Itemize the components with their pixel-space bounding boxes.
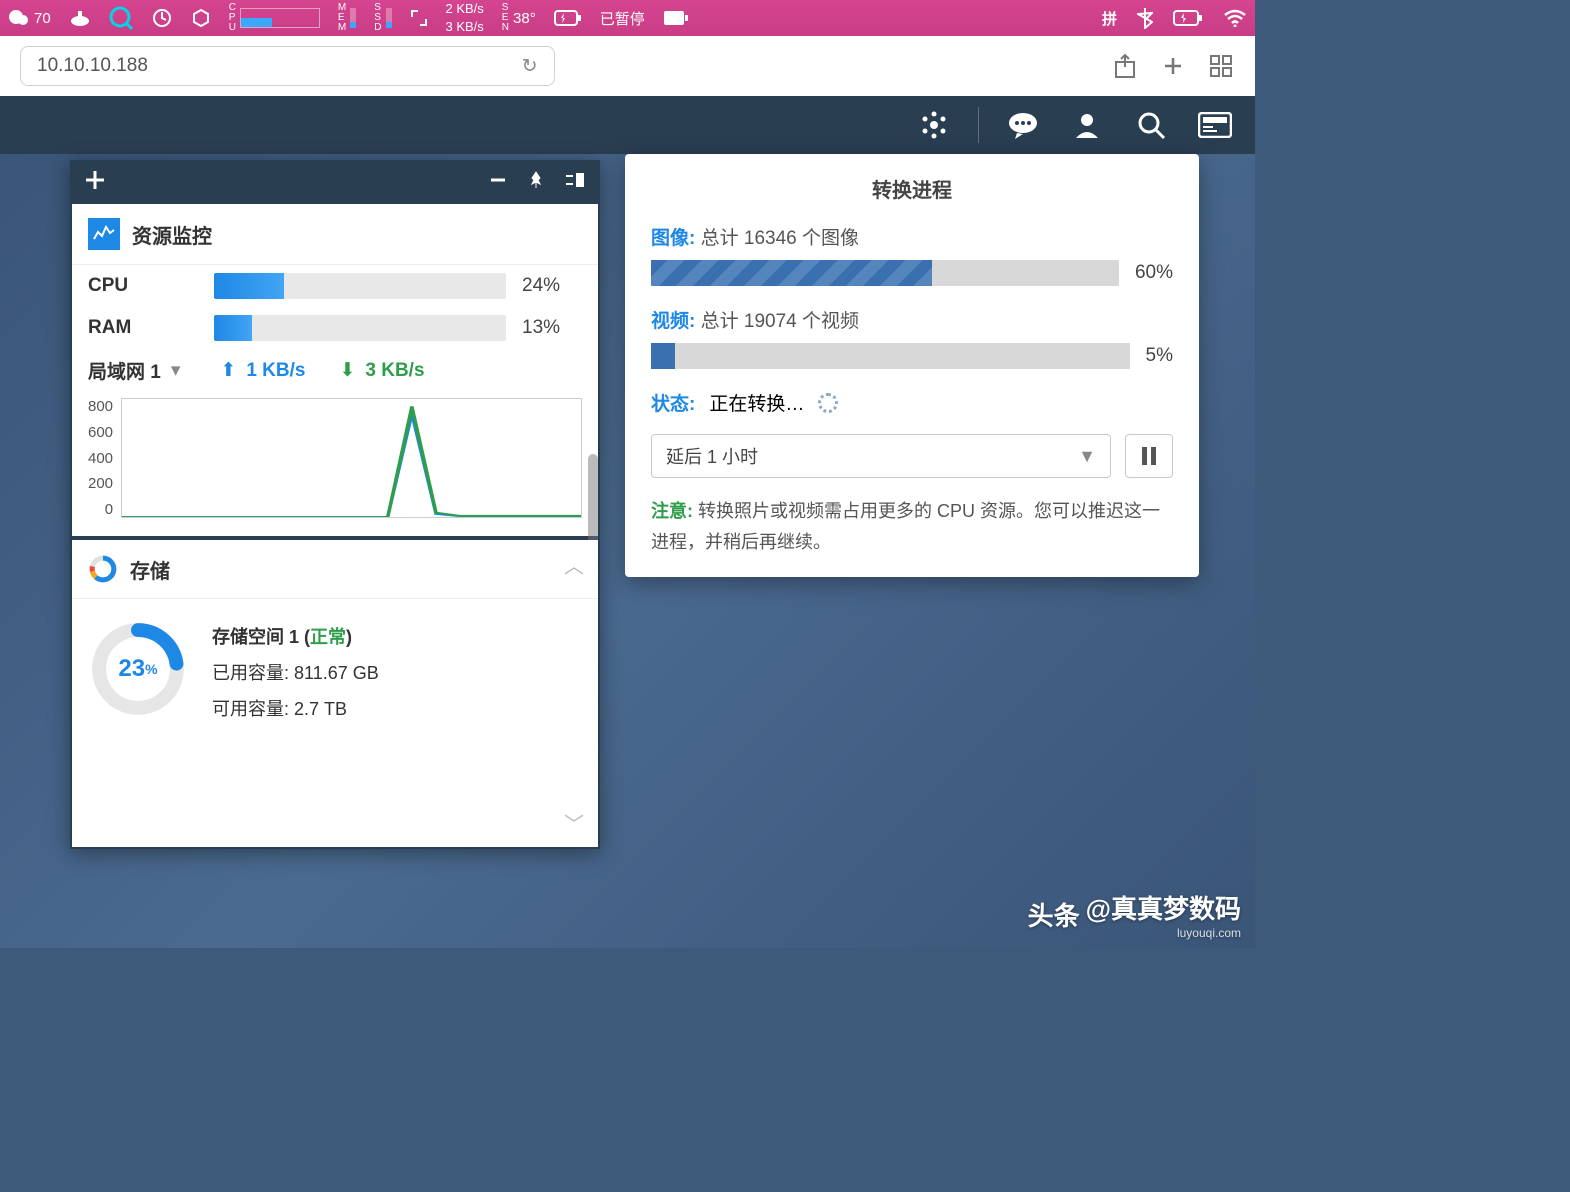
monitor-title: 资源监控 <box>132 220 212 249</box>
arrow-up-icon: ⬆ <box>220 359 236 382</box>
image-progress-bar <box>651 260 1119 286</box>
battery-icon-1 <box>554 10 582 26</box>
monitor-icon <box>88 218 120 250</box>
wifi-icon[interactable] <box>1223 9 1247 27</box>
tabs-grid-icon[interactable] <box>1207 52 1235 80</box>
storage-panel: 存储 ︿ 23% 存储空间 1 (正常) 已用容量: 811.67 GB 可用容… <box>72 540 598 847</box>
spinner-icon <box>818 393 838 413</box>
pilot-icon[interactable] <box>1195 105 1235 145</box>
conversion-popover: 转换进程 图像: 总计 16346 个图像 60% 视频: 总计 19074 个… <box>625 154 1199 577</box>
indexing-icon[interactable] <box>914 105 954 145</box>
cpu-value: 24% <box>522 275 582 297</box>
minimize-icon[interactable] <box>488 170 508 195</box>
lan-row: 局域网 1 ▾ ⬆ 1 KB/s ⬇ 3 KB/s <box>72 349 598 392</box>
video-progress-bar <box>651 343 1130 369</box>
net-down: 3 KB/s <box>446 20 484 34</box>
pause-icon <box>1140 446 1158 466</box>
share-icon[interactable] <box>1111 52 1139 80</box>
search-icon[interactable] <box>1131 105 1171 145</box>
chevron-down-icon: ▼ <box>1078 446 1096 467</box>
net-rate: 2 KB/s 3 KB/s <box>446 2 484 35</box>
widget-window: 资源监控 CPU 24% RAM 13% 局域网 1 ▾ ⬆ 1 KB/s ⬇ … <box>70 160 600 849</box>
cpu-bar <box>214 273 506 299</box>
url-text: 10.10.10.188 <box>37 55 148 77</box>
chevron-down-icon[interactable]: ▾ <box>171 359 181 382</box>
search-globe-icon[interactable] <box>109 6 133 30</box>
storage-info: 存储空间 1 (正常) 已用容量: 811.67 GB 可用容量: 2.7 TB <box>212 619 379 727</box>
battery-icon-3[interactable] <box>1173 10 1203 26</box>
macos-menubar: 70 CPU MEM SSD 2 KB/s 3 KB/s SEN38° 已暂停 … <box>0 0 1255 36</box>
pause-button[interactable] <box>1125 434 1173 478</box>
chart-y-axis: 800 600 400 200 0 <box>88 398 113 518</box>
storage-icon <box>88 554 118 584</box>
image-section: 图像: 总计 16346 个图像 60% <box>651 223 1173 286</box>
net-up: 2 KB/s <box>446 2 484 16</box>
chevron-up-icon[interactable]: ︿ <box>564 550 584 579</box>
sync-icon[interactable] <box>151 7 173 29</box>
status-text: 正在转换… <box>709 389 804 416</box>
lan-label[interactable]: 局域网 1 <box>88 357 161 384</box>
mem-monitor[interactable]: MEM <box>338 3 356 33</box>
status-line: 状态: 正在转换… <box>651 389 1173 416</box>
pin-icon[interactable] <box>526 170 546 195</box>
bluetooth-icon[interactable] <box>1137 7 1153 29</box>
volume-name: 存储空间 1 (正常) <box>212 619 379 655</box>
chevron-down-icon[interactable]: ﹀ <box>564 808 584 837</box>
add-widget-icon[interactable] <box>84 169 106 196</box>
wechat-count: 70 <box>34 10 51 27</box>
panel-header-storage: 存储 <box>72 540 598 599</box>
arrow-down-icon: ⬇ <box>339 359 355 382</box>
storage-title: 存储 <box>130 555 170 584</box>
watermark: 头条 @真真梦数码 luyouqi.com <box>1028 889 1241 940</box>
ram-row: RAM 13% <box>72 307 598 349</box>
widget-titlebar[interactable] <box>70 160 600 204</box>
wechat-indicator[interactable]: 70 <box>8 8 51 28</box>
temperature: SEN38° <box>502 3 536 33</box>
cpu-monitor[interactable]: CPU <box>229 3 320 33</box>
user-icon[interactable] <box>1067 105 1107 145</box>
delay-select[interactable]: 延后 1 小时 ▼ <box>651 434 1111 478</box>
image-pct: 60% <box>1135 262 1173 284</box>
dsm-desktop[interactable]: 资源监控 CPU 24% RAM 13% 局域网 1 ▾ ⬆ 1 KB/s ⬇ … <box>0 154 1255 948</box>
expand-icon[interactable] <box>410 9 428 27</box>
dsm-header <box>0 96 1255 154</box>
network-chart: 800 600 400 200 0 <box>72 392 598 536</box>
dock-icon[interactable] <box>564 171 586 194</box>
video-pct: 5% <box>1146 345 1173 367</box>
ram-bar <box>214 315 506 341</box>
ram-value: 13% <box>522 317 582 339</box>
new-tab-icon[interactable] <box>1159 52 1187 80</box>
used-capacity: 已用容量: 811.67 GB <box>212 655 379 691</box>
url-field[interactable]: 10.10.10.188 ↻ <box>20 46 555 86</box>
popover-title: 转换进程 <box>651 174 1173 203</box>
cpu-row: CPU 24% <box>72 265 598 307</box>
storage-donut: 23% <box>88 619 188 719</box>
cpu-label: CPU <box>88 275 198 297</box>
hex-icon[interactable] <box>191 8 211 28</box>
wechat-icon <box>8 8 30 28</box>
note-text: 注意: 转换照片或视频需占用更多的 CPU 资源。您可以推迟这一进程，并稍后再继… <box>651 496 1173 557</box>
storage-body: 23% 存储空间 1 (正常) 已用容量: 811.67 GB 可用容量: 2.… <box>72 599 598 847</box>
download-rate: 3 KB/s <box>365 360 424 382</box>
pause-status: 已暂停 <box>600 8 645 29</box>
panel-header-monitor: 资源监控 <box>72 204 598 265</box>
available-capacity: 可用容量: 2.7 TB <box>212 691 379 727</box>
reload-icon[interactable]: ↻ <box>522 55 538 78</box>
chart-plot <box>121 398 582 518</box>
battery-icon-2 <box>663 10 689 26</box>
app-icon[interactable] <box>69 9 91 27</box>
ram-label: RAM <box>88 317 198 339</box>
ssd-monitor[interactable]: SSD <box>374 3 391 33</box>
video-section: 视频: 总计 19074 个视频 5% <box>651 306 1173 369</box>
ime-indicator[interactable]: 拼 <box>1102 8 1117 29</box>
resource-monitor-panel: 资源监控 CPU 24% RAM 13% 局域网 1 ▾ ⬆ 1 KB/s ⬇ … <box>72 204 598 536</box>
chat-icon[interactable] <box>1003 105 1043 145</box>
browser-toolbar: 10.10.10.188 ↻ <box>0 36 1255 96</box>
upload-rate: 1 KB/s <box>246 360 305 382</box>
